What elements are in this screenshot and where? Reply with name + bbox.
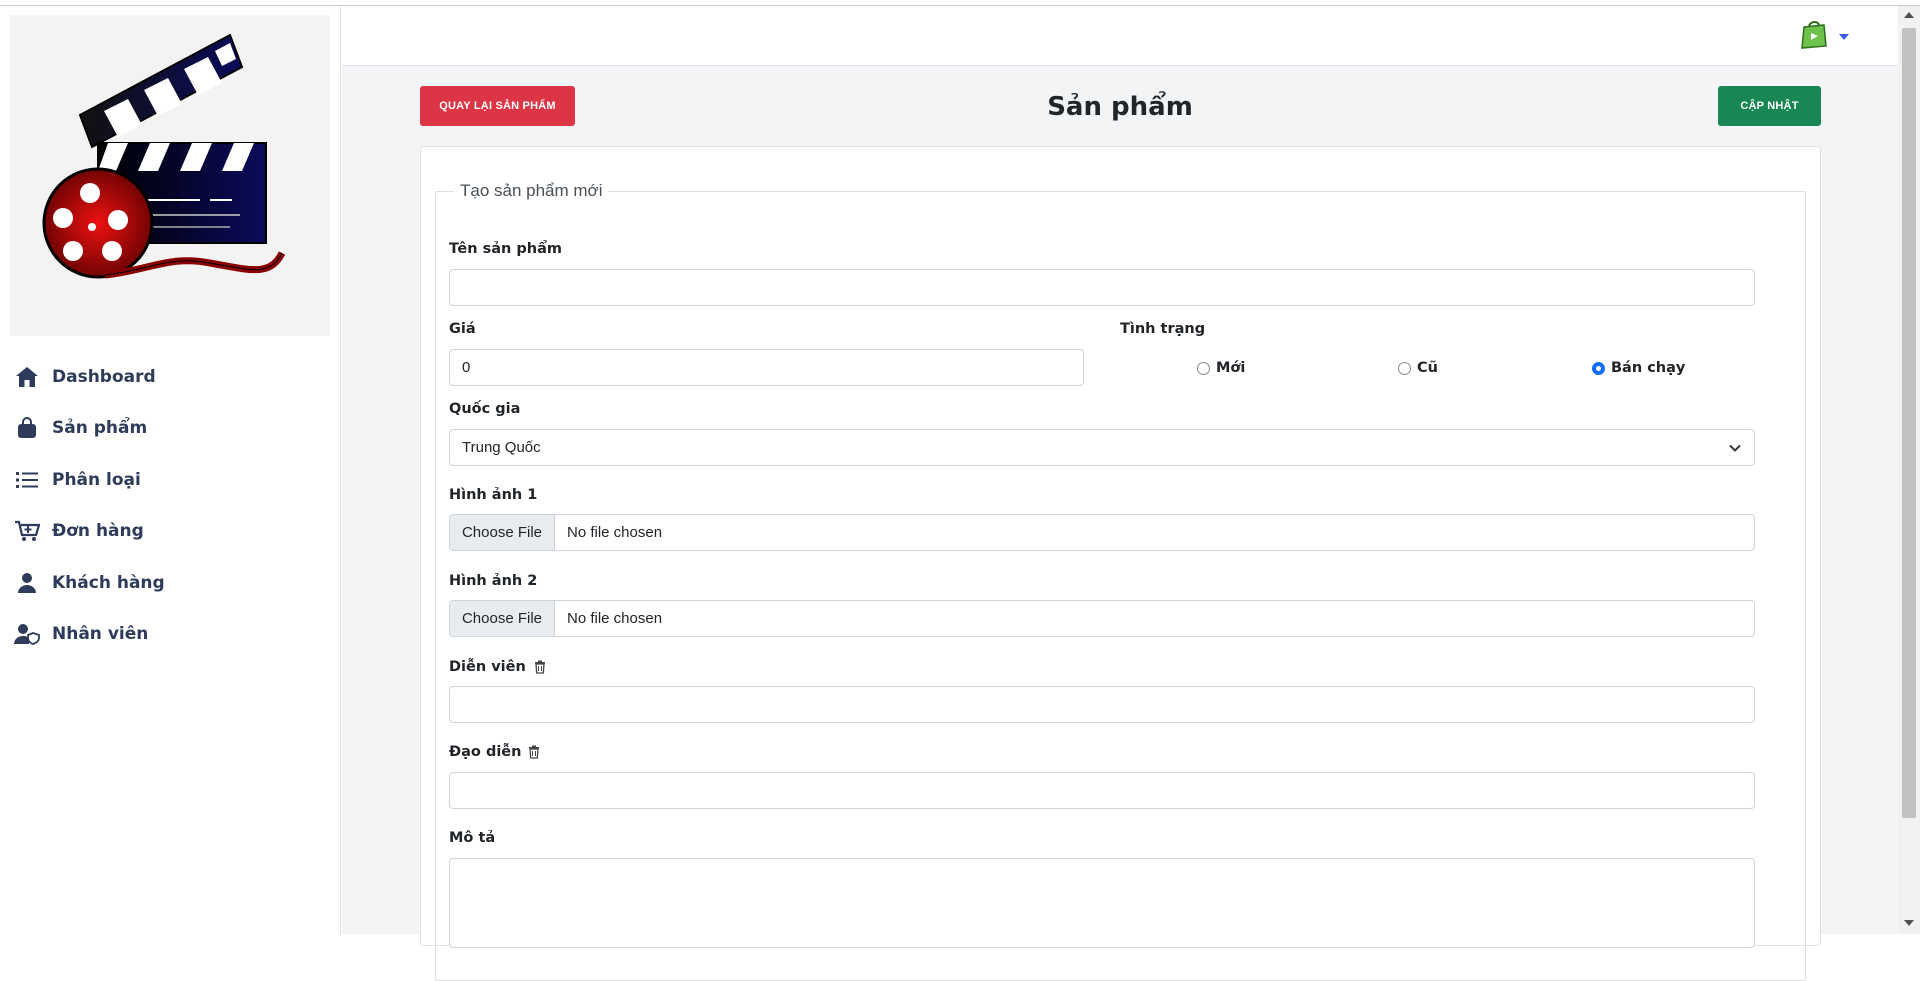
sidebar-item-label: Nhân viên [52, 624, 149, 645]
sidebar-item-customers[interactable]: Khách hàng [0, 557, 340, 609]
sidebar-item-categories[interactable]: Phân loại [0, 454, 340, 506]
radio-circle-selected[interactable] [1592, 361, 1605, 375]
status-radio-bestseller[interactable]: Bán chạy [1592, 360, 1685, 376]
actors-input[interactable] [449, 686, 1755, 723]
image1-file-input[interactable]: Choose File No file chosen [449, 514, 1755, 551]
sidebar: Dashboard Sản phẩm Phân loại Đơn hàng Kh… [0, 6, 341, 934]
image2-file-input[interactable]: Choose File No file chosen [449, 600, 1755, 637]
status-option-label: Mới [1216, 360, 1246, 376]
actors-trash-icon[interactable] [533, 660, 547, 674]
user-menu[interactable] [1800, 19, 1850, 54]
clapperboard-logo-icon [42, 33, 286, 279]
chevron-down-icon [1728, 441, 1742, 459]
status-radio-used[interactable]: Cũ [1398, 360, 1438, 376]
radio-circle[interactable] [1398, 361, 1411, 375]
image2-choose-file-button[interactable]: Choose File [450, 601, 555, 636]
sidebar-item-label: Phân loại [52, 469, 141, 490]
page-title: Sản phẩm [1047, 92, 1193, 122]
country-select[interactable]: Trung Quốc [449, 429, 1755, 466]
scrollbar-thumb[interactable] [1902, 28, 1916, 818]
status-radio-new[interactable]: Mới [1197, 360, 1245, 376]
logo [10, 15, 330, 336]
radio-circle[interactable] [1197, 361, 1210, 375]
status-option-label: Bán chạy [1611, 360, 1686, 376]
price-input[interactable] [449, 349, 1084, 386]
image1-file-status: No file chosen [567, 524, 663, 541]
sidebar-nav: Dashboard Sản phẩm Phân loại Đơn hàng Kh… [0, 351, 340, 660]
user-icon [14, 570, 40, 596]
status-label: Tình trạng [1120, 321, 1206, 337]
description-label: Mô tả [449, 830, 496, 846]
sidebar-item-label: Dashboard [52, 366, 156, 387]
sidebar-item-dashboard[interactable]: Dashboard [0, 351, 340, 403]
description-textarea[interactable] [449, 858, 1755, 948]
director-label: Đạo diễn [449, 744, 522, 760]
actors-label: Diễn viên [449, 659, 526, 675]
price-label: Giá [449, 321, 476, 337]
country-selected-value: Trung Quốc [462, 439, 541, 456]
product-name-label: Tên sản phẩm [449, 241, 562, 257]
page-scrollbar[interactable] [1898, 6, 1920, 934]
scroll-up-arrow-icon[interactable] [1904, 12, 1914, 18]
image1-label: Hình ảnh 1 [449, 487, 538, 503]
sidebar-item-products[interactable]: Sản phẩm [0, 403, 340, 455]
main-content: QUAY LẠI SẢN PHẨM Sản phẩm CẬP NHẬT Tạo … [342, 6, 1898, 981]
sidebar-item-label: Khách hàng [52, 572, 165, 593]
sidebar-item-employees[interactable]: Nhân viên [0, 609, 340, 661]
image1-choose-file-button[interactable]: Choose File [450, 515, 555, 550]
list-icon [14, 467, 40, 493]
product-form-card: Tạo sản phẩm mới Tên sản phẩm Giá Tình t… [420, 146, 1821, 981]
product-name-input[interactable] [449, 269, 1755, 306]
status-option-label: Cũ [1417, 360, 1438, 376]
country-label: Quốc gia [449, 401, 521, 417]
sidebar-item-label: Đơn hàng [52, 521, 144, 542]
shopping-bag-avatar-icon [1800, 19, 1828, 54]
image2-label: Hình ảnh 2 [449, 573, 538, 589]
director-trash-icon[interactable] [527, 745, 541, 759]
form-legend: Tạo sản phẩm mới [460, 181, 603, 200]
scroll-down-arrow-icon[interactable] [1904, 920, 1914, 926]
back-to-products-button[interactable]: QUAY LẠI SẢN PHẨM [420, 86, 575, 126]
director-input[interactable] [449, 772, 1755, 809]
cart-plus-icon [14, 518, 40, 544]
sidebar-item-orders[interactable]: Đơn hàng [0, 506, 340, 558]
shopping-bag-icon [14, 415, 40, 441]
user-shield-icon [14, 621, 40, 647]
update-button[interactable]: CẬP NHẬT [1718, 86, 1821, 126]
home-icon [14, 364, 40, 390]
image2-file-status: No file chosen [567, 610, 663, 627]
caret-down-icon [1838, 28, 1850, 46]
top-header [342, 6, 1898, 66]
sidebar-item-label: Sản phẩm [52, 418, 148, 439]
